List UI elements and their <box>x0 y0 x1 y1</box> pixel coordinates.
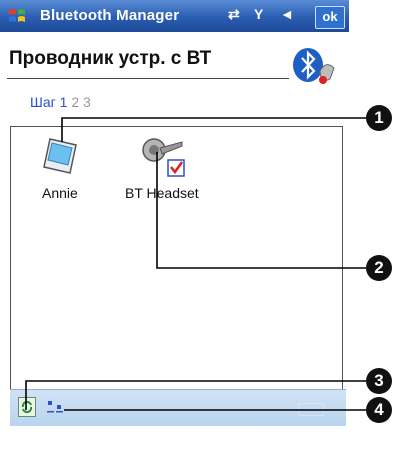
callout-lines <box>25 117 366 411</box>
callout-3: 3 <box>366 368 392 394</box>
callout-1: 1 <box>366 105 392 131</box>
callout-4: 4 <box>366 397 392 423</box>
callout-2: 2 <box>366 255 392 281</box>
